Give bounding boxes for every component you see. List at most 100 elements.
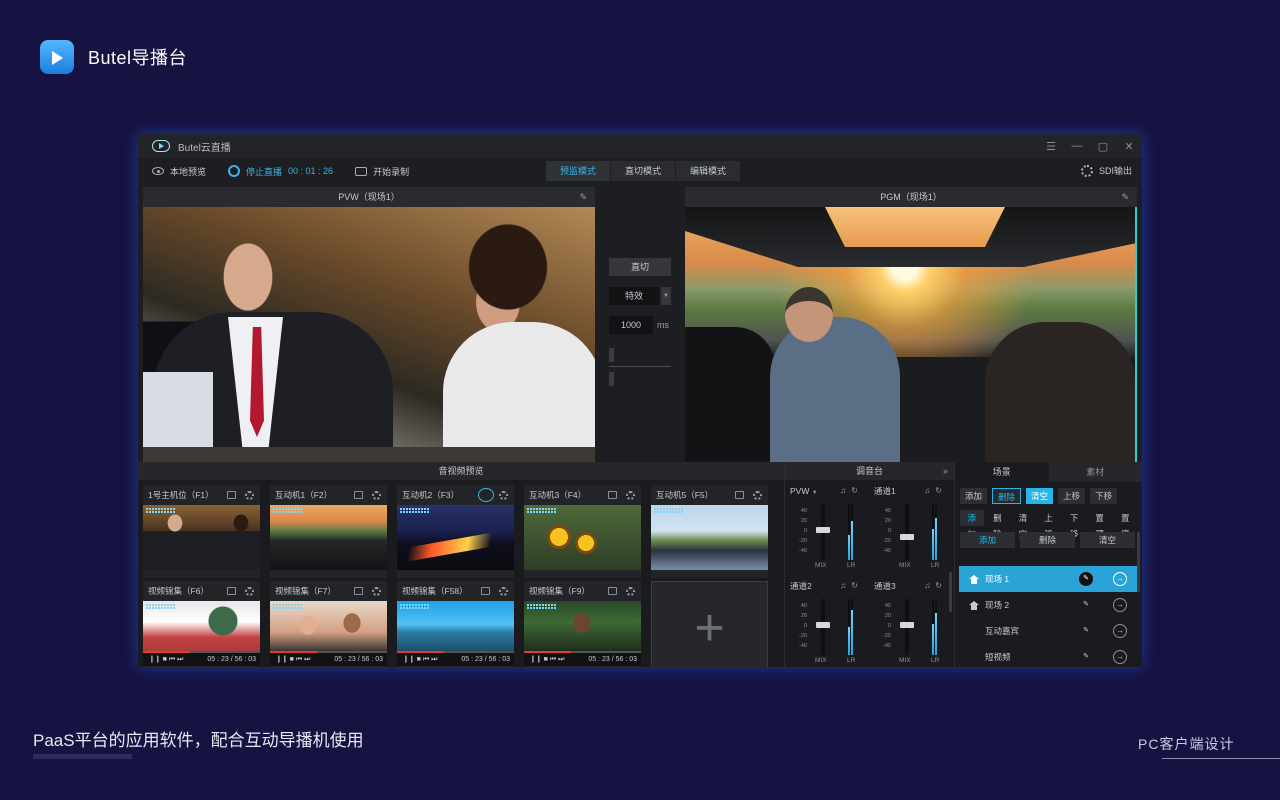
chevron-down-icon[interactable]: ▼ xyxy=(661,287,671,305)
source-tile[interactable]: 互动机2（F3） xyxy=(397,485,514,578)
fader-cap[interactable] xyxy=(816,621,830,628)
fader-cap[interactable] xyxy=(900,621,914,628)
effect-select[interactable]: 特效 ▼ xyxy=(609,287,671,305)
gear-icon[interactable] xyxy=(372,587,381,596)
maximize-icon[interactable]: ▢ xyxy=(1090,140,1116,153)
start-record-button[interactable]: 开始录制 xyxy=(355,165,409,178)
add-button[interactable]: 添加 xyxy=(960,510,984,539)
cut-button[interactable]: 直切 xyxy=(609,258,671,276)
monitor-icon[interactable] xyxy=(735,491,744,499)
clear-button[interactable]: 清空 xyxy=(1026,488,1054,504)
clear-button[interactable]: 清空 xyxy=(1011,510,1035,539)
source-tile[interactable]: 互动机3（F4） xyxy=(524,485,641,578)
video-clip-tile[interactable]: 视频锦集（F7） ❙❙ ■ ⏮ ⏭ 05 : 23 / 56 : 03 xyxy=(270,581,387,667)
headphone-refresh-icons[interactable]: ♫↻ xyxy=(924,577,947,595)
tab-direct-cut-mode[interactable]: 直切模式 xyxy=(611,161,676,181)
monitor-icon[interactable] xyxy=(354,587,363,595)
minimize-icon[interactable]: — xyxy=(1064,140,1090,153)
move-down-button[interactable]: 下移 xyxy=(1090,488,1118,504)
gear-icon[interactable] xyxy=(245,587,254,596)
scene-item[interactable]: 短视频 ✎ → xyxy=(959,644,1137,667)
edit-icon[interactable]: ✎ xyxy=(1079,624,1093,638)
gear-icon[interactable] xyxy=(626,587,635,596)
close-icon[interactable]: ✕ xyxy=(1116,140,1142,153)
playback-buttons[interactable]: ❙❙ ■ ⏮ ⏭ xyxy=(149,656,183,663)
monitor-icon[interactable] xyxy=(608,587,617,595)
volume-fader[interactable] xyxy=(816,599,830,655)
arrow-right-icon[interactable]: → xyxy=(1113,624,1127,638)
tab-preview-mode[interactable]: 预监模式 xyxy=(546,161,611,181)
source-tile[interactable]: 互动机1（F2） xyxy=(270,485,387,578)
gear-icon[interactable] xyxy=(372,491,381,500)
source-tile[interactable]: 互动机5（F5） xyxy=(651,485,768,578)
video-clip-tile[interactable]: 视频锦集（F58） ❙❙ ■ ⏮ ⏭ 05 : 23 / 56 : 03 xyxy=(397,581,514,667)
move-top-button[interactable]: 置顶 xyxy=(1088,510,1112,539)
scene-item[interactable]: 现场 2 ✎ → xyxy=(959,592,1137,618)
gear-icon[interactable] xyxy=(626,491,635,500)
monitor-icon[interactable] xyxy=(227,587,236,595)
add-source-button[interactable]: + xyxy=(651,581,768,667)
video-clip-tile[interactable]: 视频锦集（F9） ❙❙ ■ ⏮ ⏭ 05 : 23 / 56 : 03 xyxy=(524,581,641,667)
playback-buttons[interactable]: ❙❙ ■ ⏮ ⏭ xyxy=(403,656,437,663)
move-up-button[interactable]: 上移 xyxy=(1037,510,1061,539)
stop-live-button[interactable]: 停止直播 00 : 01 : 26 xyxy=(228,165,333,178)
tab-edit-mode[interactable]: 编辑模式 xyxy=(676,161,741,181)
edit-icon[interactable]: ✎ xyxy=(1079,598,1093,612)
channel-name[interactable]: PVW xyxy=(790,486,809,496)
tab-scenes[interactable]: 场景 xyxy=(955,462,1049,482)
delete-button[interactable]: 删除 xyxy=(986,510,1010,539)
volume-fader[interactable] xyxy=(900,504,914,560)
delete-button[interactable]: 删除 xyxy=(1020,532,1075,548)
clear-button[interactable]: 清空 xyxy=(1080,532,1135,548)
fader-cap[interactable] xyxy=(900,534,914,540)
mixer-scrollbar[interactable] xyxy=(949,572,952,612)
sdi-output-button[interactable]: SDI输出 xyxy=(1080,164,1132,177)
scene-item[interactable]: 互动嘉宾 ✎ → xyxy=(959,618,1137,644)
add-button[interactable]: 添加 xyxy=(960,488,988,504)
monitor-icon[interactable] xyxy=(227,491,236,499)
expand-icon[interactable]: » xyxy=(943,462,948,480)
duration-input[interactable]: 1000 xyxy=(609,316,653,334)
add-button[interactable]: 添加 xyxy=(960,532,1015,548)
headphone-refresh-icons[interactable]: ♫↻ xyxy=(840,577,863,595)
gear-icon[interactable] xyxy=(499,491,508,500)
pgm-video[interactable] xyxy=(685,207,1137,462)
playback-buttons[interactable]: ❙❙ ■ ⏮ ⏭ xyxy=(530,656,564,663)
move-up-button[interactable]: 上移 xyxy=(1058,488,1086,504)
pgm-edit-icon[interactable]: ✎ xyxy=(1121,187,1129,207)
pvw-edit-icon[interactable]: ✎ xyxy=(579,187,587,207)
scene-scrollbar[interactable] xyxy=(1137,532,1140,592)
menu-icon[interactable]: ☰ xyxy=(1038,140,1064,153)
headphone-refresh-icons[interactable]: ♫↻ xyxy=(924,482,947,500)
edit-icon[interactable]: ✎ xyxy=(1079,572,1093,586)
edit-icon[interactable]: ✎ xyxy=(1079,650,1093,664)
headphone-refresh-icons[interactable]: ♫↻ xyxy=(840,482,863,500)
source-tile[interactable]: 1号主机位（F1） xyxy=(143,485,260,578)
move-bottom-button[interactable]: 置底 xyxy=(1113,510,1137,539)
delete-button[interactable]: 删除 xyxy=(992,488,1022,504)
tab-materials[interactable]: 素材 xyxy=(1048,462,1142,482)
monitor-active-icon[interactable] xyxy=(478,488,494,502)
monitor-icon[interactable] xyxy=(354,491,363,499)
move-down-button[interactable]: 下移 xyxy=(1062,510,1086,539)
gear-icon[interactable] xyxy=(245,491,254,500)
video-clip-tile[interactable]: 视频锦集（F6） ❙❙ ■ ⏮ ⏭ 05 : 23 / 56 : 03 xyxy=(143,581,260,667)
transition-slider[interactable] xyxy=(609,348,671,386)
monitor-icon[interactable] xyxy=(481,587,490,595)
local-preview-button[interactable]: 本地预览 xyxy=(152,165,206,178)
arrow-right-icon[interactable]: → xyxy=(1113,572,1127,586)
chevron-down-icon[interactable]: ▼ xyxy=(812,490,818,496)
arrow-right-icon[interactable]: → xyxy=(1113,650,1127,664)
playback-buttons[interactable]: ❙❙ ■ ⏮ ⏭ xyxy=(276,656,310,663)
gear-icon[interactable] xyxy=(499,587,508,596)
fader-cap[interactable] xyxy=(816,526,830,533)
scene-item[interactable]: 现场 1 ✎ → xyxy=(959,566,1137,592)
volume-fader[interactable] xyxy=(816,504,830,560)
volume-fader[interactable] xyxy=(900,599,914,655)
monitor-icon[interactable] xyxy=(608,491,617,499)
gear-icon[interactable] xyxy=(753,491,762,500)
arrow-right-icon[interactable]: → xyxy=(1113,598,1127,612)
slider-handle[interactable] xyxy=(609,348,614,386)
pvw-video[interactable] xyxy=(143,207,595,462)
tile-label: 互动机1（F2） xyxy=(275,490,333,500)
